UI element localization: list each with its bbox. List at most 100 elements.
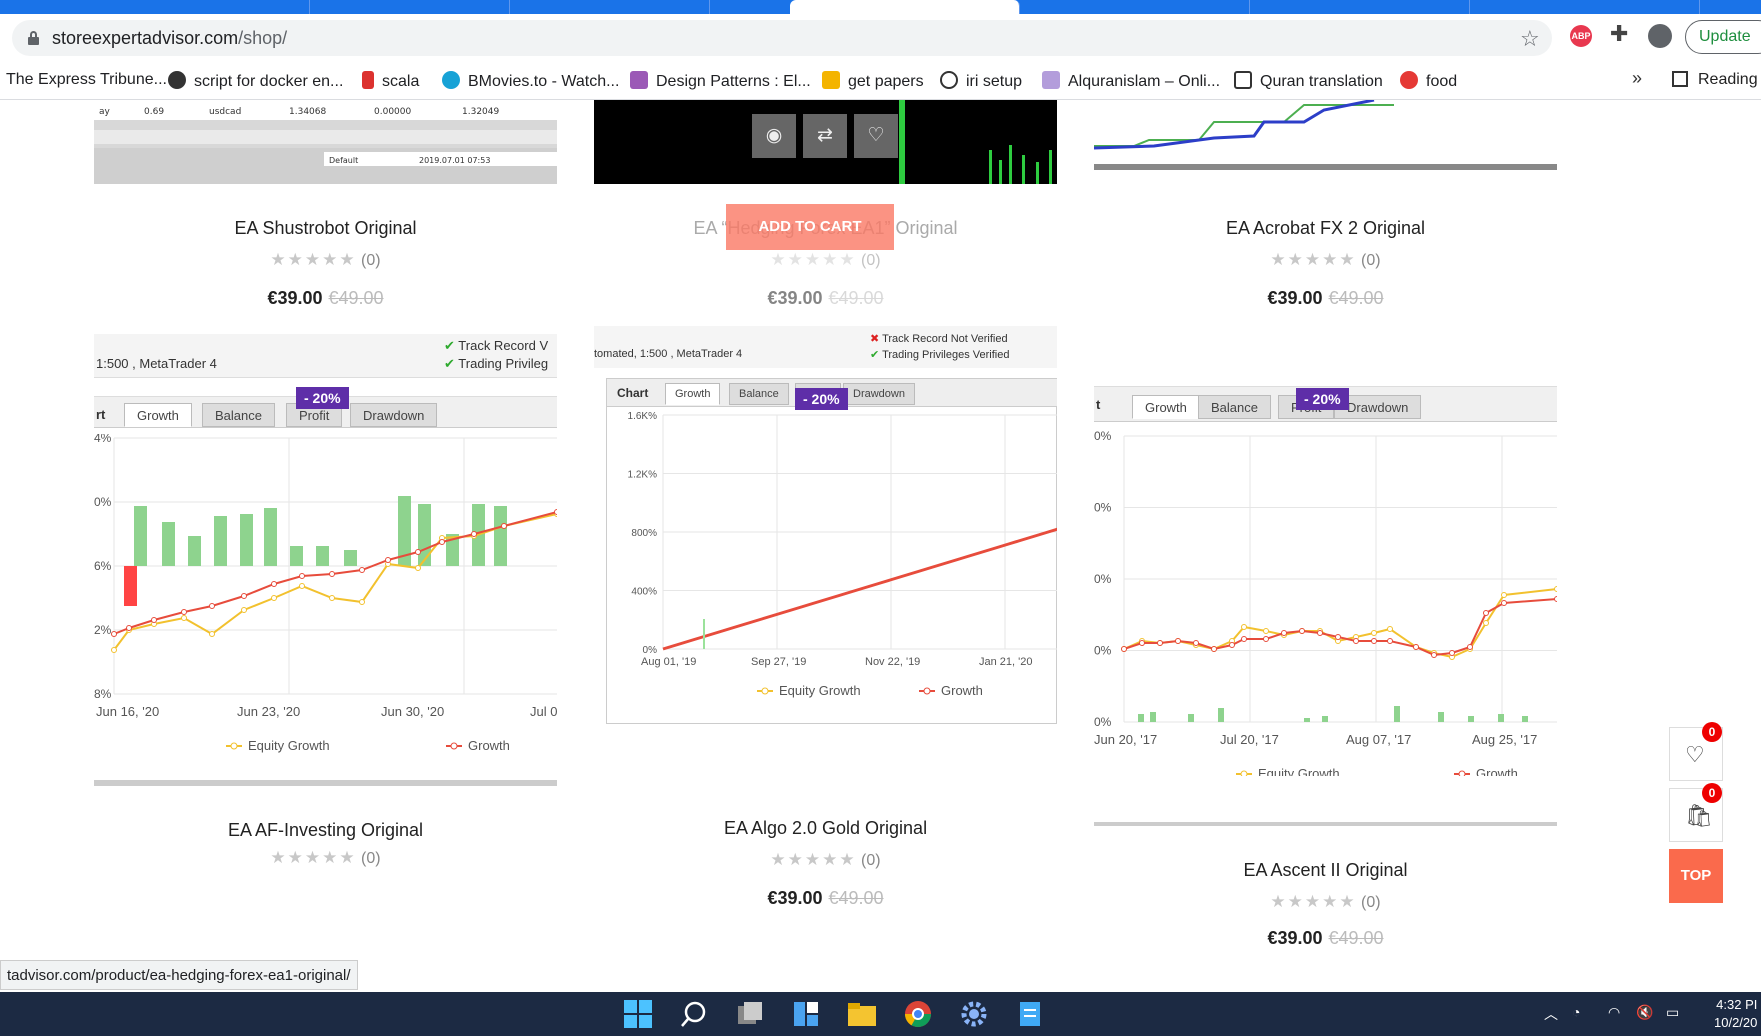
growth-point — [1121, 646, 1127, 652]
tab-balance[interactable]: Balance — [202, 403, 275, 427]
growth-point — [1229, 642, 1235, 648]
bookmark-item[interactable]: get papers — [822, 71, 924, 91]
bookmark-item[interactable]: Quran translation — [1234, 71, 1383, 91]
mt4-screenshot: ay 0.69 usdcad 1.34068 0.00000 1.32049 D… — [94, 100, 557, 184]
widgets-icon[interactable] — [792, 1000, 820, 1028]
profit-bar — [418, 504, 431, 566]
browser-tab[interactable] — [310, 0, 510, 14]
alquranislam-icon — [1042, 71, 1060, 89]
bookmark-item[interactable]: iri setup — [940, 71, 1022, 91]
svg-text:ay: ay — [99, 107, 111, 117]
update-button[interactable]: Update — [1685, 20, 1761, 54]
quick-view-eye-icon[interactable]: ◉ — [752, 114, 796, 158]
browser-tab[interactable] — [110, 0, 310, 14]
cart-widget[interactable]: 🛍 0 — [1669, 783, 1723, 842]
clock-date: 10/2/20 — [1714, 1015, 1758, 1030]
tab-growth[interactable]: Growth — [665, 383, 721, 405]
legend-growth-marker — [923, 687, 931, 695]
y-tick-label: 800% — [631, 528, 657, 539]
reading-list-button[interactable]: Reading l — [1672, 71, 1761, 89]
file-explorer-icon[interactable] — [848, 1000, 876, 1028]
bookmark-item[interactable]: BMovies.to - Watch... — [442, 71, 619, 91]
bookmark-item[interactable]: Alquranislam – Onli... — [1042, 71, 1220, 91]
speaker-muted-icon[interactable]: 🔇 — [1636, 1004, 1653, 1021]
product-title[interactable]: EA Acrobat FX 2 Original — [1094, 218, 1557, 239]
extensions-puzzle-icon[interactable]: ✚ — [1610, 21, 1628, 47]
bmovies-icon — [442, 71, 460, 89]
browser-tab-active[interactable] — [790, 0, 1020, 14]
tab-drawdown[interactable]: Drawdown — [350, 403, 438, 427]
bookmark-label: script for docker en... — [194, 73, 344, 90]
growth-point — [1139, 640, 1145, 646]
y-tick-label: 6% — [94, 559, 112, 573]
bookmark-item[interactable]: The Express Tribune... — [6, 71, 167, 89]
wishlist-widget[interactable]: ♡ 0 — [1669, 722, 1723, 781]
growth-point — [359, 567, 365, 573]
bookmark-item[interactable]: scala — [362, 71, 419, 91]
browser-tab[interactable] — [1470, 0, 1700, 14]
scroll-top-button[interactable]: TOP — [1669, 849, 1723, 903]
product-thumbnail[interactable] — [1094, 100, 1557, 184]
address-bar[interactable]: storeexpertadvisor.com/shop/ ☆ — [12, 20, 1552, 56]
bookmark-item[interactable]: script for docker en... — [168, 71, 343, 91]
x-tick-label: Jun 20, '17 — [1094, 732, 1157, 747]
product-title[interactable]: EA Ascent II Original — [1094, 860, 1557, 881]
bookmarks-more-icon[interactable]: » — [1632, 68, 1642, 89]
chrome-icon[interactable] — [904, 1000, 932, 1028]
growth-point — [1211, 646, 1217, 652]
bookmark-star-icon[interactable]: ☆ — [1520, 26, 1540, 52]
browser-tab[interactable] — [510, 0, 710, 14]
tab-balance[interactable]: Balance — [729, 383, 789, 405]
profile-avatar-icon[interactable] — [1648, 24, 1672, 48]
wifi-icon[interactable]: ◠ — [1608, 1004, 1620, 1021]
notepad-icon[interactable] — [1016, 1000, 1044, 1028]
volume-bar — [1468, 716, 1474, 722]
browser-tab[interactable] — [1020, 0, 1250, 14]
chart-frame: Chart Growth Balance Profit Drawdown 1.6… — [606, 378, 1057, 724]
add-to-cart-button[interactable]: ADD TO CART — [726, 204, 894, 250]
browser-tab[interactable] — [1250, 0, 1470, 14]
tray-chevron-icon[interactable]: ︿ — [1544, 1004, 1558, 1024]
tab-drawdown[interactable]: Drawdown — [843, 383, 915, 405]
product-thumbnail[interactable]: t Growth Balance Profit Drawdown 0%0%0%0… — [1094, 386, 1557, 830]
growth-point — [1371, 638, 1377, 644]
checkmark-icon: ✔ — [444, 338, 455, 353]
system-clock[interactable]: 4:32 PI 10/2/20 — [1714, 996, 1757, 1032]
tab-balance[interactable]: Balance — [1198, 395, 1271, 419]
search-icon[interactable] — [680, 1000, 708, 1028]
profit-bar — [134, 506, 147, 566]
wishlist-heart-icon[interactable]: ♡ — [854, 114, 898, 158]
cortana-icon[interactable]: ◔ — [1572, 1004, 1580, 1020]
adblock-plus-icon[interactable]: ABP — [1570, 25, 1592, 47]
volume-bar — [1522, 716, 1528, 722]
discount-badge: - 20% — [795, 388, 848, 410]
product-thumbnail[interactable]: tomated, 1:500 , MetaTrader 4 ✖ Track Re… — [594, 326, 1057, 726]
bookmark-item[interactable]: food — [1400, 71, 1457, 91]
trading-privileges-label: Trading Privileg — [458, 356, 549, 371]
equity-point — [1263, 628, 1269, 634]
rating-count: (0) — [361, 252, 381, 269]
equity-chart-thumbnail — [1094, 100, 1557, 170]
battery-icon[interactable]: ▭ — [1666, 1004, 1679, 1021]
cross-icon: ✖ — [870, 333, 880, 345]
chart-label: Chart — [617, 386, 649, 400]
star-rating-icon: ★★★★★ — [770, 850, 857, 869]
sale-price: €39.00 — [767, 288, 823, 308]
windows-start-icon[interactable] — [624, 1000, 652, 1028]
task-view-icon[interactable] — [736, 1000, 764, 1028]
bookmark-item[interactable]: Design Patterns : El... — [630, 71, 811, 91]
growth-line — [662, 527, 1057, 651]
star-rating-icon: ★★★★★ — [270, 848, 357, 867]
compare-shuffle-icon[interactable]: ⇄ — [803, 114, 847, 158]
tab-growth[interactable]: Growth — [124, 403, 192, 427]
iri-setup-icon — [940, 71, 958, 89]
settings-gear-icon[interactable] — [960, 1000, 988, 1028]
product-thumbnail[interactable]: ay 0.69 usdcad 1.34068 0.00000 1.32049 D… — [94, 100, 557, 184]
legend-equity-label: Equity Growth — [1258, 766, 1340, 776]
product-title[interactable]: EA Algo 2.0 Gold Original — [594, 818, 1057, 839]
product-title[interactable]: EA Shustrobot Original — [94, 218, 557, 239]
tab-growth[interactable]: Growth — [1132, 395, 1200, 419]
product-title[interactable]: EA AF-Investing Original — [94, 820, 557, 841]
url-text[interactable]: storeexpertadvisor.com/shop/ — [52, 28, 287, 49]
lock-icon[interactable] — [28, 31, 39, 45]
